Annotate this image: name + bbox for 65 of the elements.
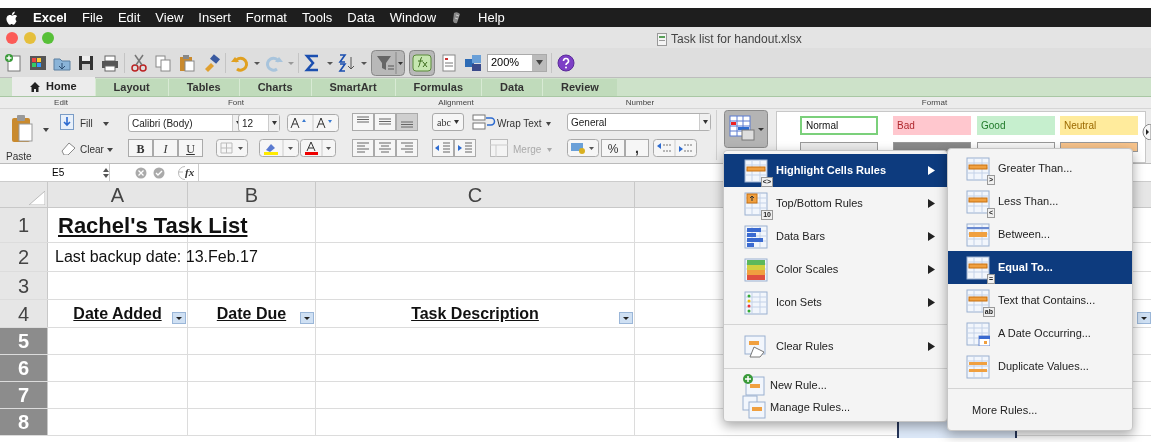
- menu-item[interactable]: Data: [347, 7, 375, 28]
- paste-button[interactable]: Paste: [6, 149, 32, 164]
- group-label: Format: [921, 97, 948, 108]
- menu-item[interactable]: Format: [245, 7, 287, 28]
- menu-item[interactable]: Data Bars: [724, 220, 947, 253]
- group-label: Font: [228, 97, 244, 108]
- menu-item[interactable]: Manage Rules...: [724, 396, 947, 418]
- column-heading: Date Added: [73, 303, 162, 324]
- ribbon-tab[interactable]: Home: [12, 77, 95, 96]
- menu-item[interactable]: New Rule...: [724, 374, 947, 396]
- menu-item[interactable]: More Rules...: [948, 394, 1132, 427]
- menu-item[interactable]: Edit: [117, 7, 141, 28]
- cell-style-button[interactable]: Bad: [893, 116, 971, 135]
- ribbon-tab[interactable]: Formulas: [394, 79, 482, 96]
- menu-item[interactable]: Between...: [948, 218, 1132, 251]
- row-header[interactable]: 3: [0, 272, 48, 299]
- bold-button[interactable]: B: [128, 139, 153, 157]
- wrap-text-button[interactable]: Wrap Text: [497, 116, 551, 131]
- cell-text: Last backup date: 13.Feb.17: [54, 247, 258, 267]
- menu-item[interactable]: Tools: [302, 7, 333, 28]
- underline-button[interactable]: U: [178, 139, 203, 157]
- ribbon-tab[interactable]: SmartArt: [310, 79, 395, 96]
- sheet-title: Rachel's Task List: [57, 211, 248, 240]
- group-label: Alignment: [438, 97, 474, 108]
- menu-item[interactable]: Duplicate Values...: [948, 350, 1132, 383]
- menu-item[interactable]: Insert: [198, 7, 231, 28]
- menu-item[interactable]: Help: [478, 7, 505, 28]
- comma-style-button[interactable]: ,: [625, 139, 649, 157]
- function-button[interactable]: fx: [185, 164, 200, 181]
- font-size-field[interactable]: 12: [238, 114, 280, 132]
- ribbon-tab[interactable]: Tables: [167, 79, 239, 96]
- cell-style-button[interactable]: Neutral: [1060, 116, 1138, 135]
- number-format-field[interactable]: General: [567, 113, 711, 131]
- menu-item[interactable]: Excel: [33, 7, 67, 28]
- menu-item[interactable]: File: [82, 7, 103, 28]
- cell-style-button[interactable]: Normal: [800, 116, 878, 135]
- menu-item[interactable]: Color Scales: [724, 253, 947, 286]
- menu-item[interactable]: Icon Sets: [724, 286, 947, 319]
- cell-style-button[interactable]: Good: [977, 116, 1055, 135]
- column-heading: Task Description: [411, 303, 539, 324]
- orientation-button[interactable]: abc: [432, 113, 464, 131]
- fill-button[interactable]: Fill: [80, 116, 109, 131]
- column-header[interactable]: C: [316, 182, 635, 207]
- column-heading: Date Due: [216, 303, 287, 324]
- group-label: Number: [625, 97, 655, 108]
- menu-item[interactable]: A Date Occurring...: [948, 317, 1132, 350]
- name-box[interactable]: E5: [0, 165, 65, 180]
- zoom-field[interactable]: 200%: [487, 53, 547, 72]
- ribbon-tab[interactable]: Charts: [238, 79, 311, 96]
- italic-button[interactable]: I: [153, 139, 178, 157]
- row-header[interactable]: 2: [0, 243, 48, 271]
- menu-item[interactable]: Window: [389, 7, 437, 28]
- window-title: Task list for handout.xlsx: [671, 31, 802, 48]
- row-header[interactable]: 4: [0, 300, 48, 327]
- percent-button[interactable]: %: [601, 139, 625, 157]
- row-header[interactable]: 1: [0, 208, 48, 242]
- menu-item[interactable]: View: [155, 7, 184, 28]
- column-header[interactable]: B: [188, 182, 316, 207]
- column-header[interactable]: A: [48, 182, 188, 207]
- ribbon-tab[interactable]: Layout: [94, 79, 168, 96]
- group-label: Edit: [54, 97, 68, 108]
- menu-item[interactable]: Clear Rules: [724, 330, 947, 363]
- ribbon-tab[interactable]: Review: [541, 79, 617, 96]
- clear-button[interactable]: Clear: [80, 142, 113, 157]
- ribbon-tab[interactable]: Data: [481, 79, 542, 96]
